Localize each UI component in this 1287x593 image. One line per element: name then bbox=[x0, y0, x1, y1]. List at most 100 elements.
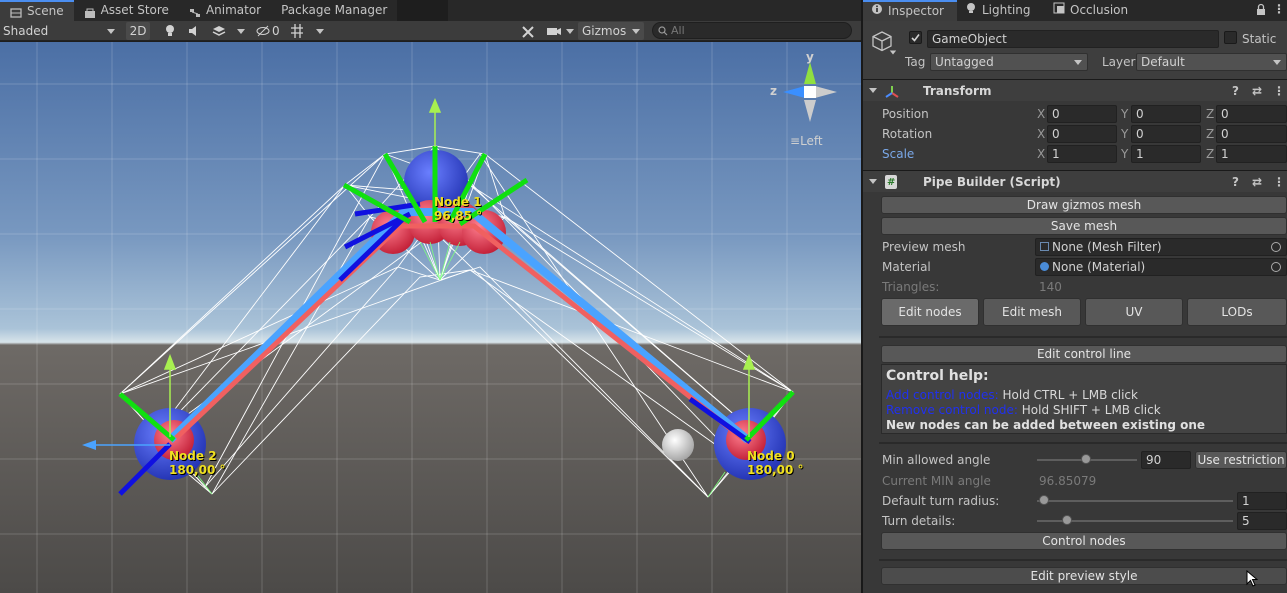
node-1-name: Node 1 bbox=[434, 195, 482, 209]
node-0-label[interactable]: Node 0 180,00 ° bbox=[747, 449, 803, 477]
edit-preview-style-button[interactable]: Edit preview style bbox=[881, 567, 1287, 585]
grid-dropdown[interactable] bbox=[289, 22, 325, 40]
position-label: Position bbox=[882, 107, 929, 121]
turn-radius-field[interactable]: 1 bbox=[1237, 492, 1287, 510]
kebab-menu-icon[interactable]: ⋮ bbox=[1273, 80, 1285, 102]
pipe-builder-header[interactable]: # Pipe Builder (Script) ? ⇄ ⋮ bbox=[863, 170, 1287, 192]
menu-icon: ≡ bbox=[790, 134, 801, 148]
scene-search-placeholder: All bbox=[671, 24, 685, 37]
active-checkbox[interactable] bbox=[909, 31, 922, 44]
turn-details-field[interactable]: 5 bbox=[1237, 512, 1287, 530]
axis-x-label: X bbox=[1037, 127, 1046, 141]
position-y-field[interactable]: 0 bbox=[1131, 105, 1201, 123]
position-x-field[interactable]: 0 bbox=[1047, 105, 1117, 123]
tab-inspector-label: Inspector bbox=[888, 4, 944, 18]
turn-radius-slider-thumb[interactable] bbox=[1039, 495, 1049, 505]
edit-control-line-button[interactable]: Edit control line bbox=[881, 345, 1287, 363]
min-angle-slider-thumb[interactable] bbox=[1081, 454, 1091, 464]
toggle-2d-button[interactable]: 2D bbox=[126, 22, 150, 40]
turn-radius-slider-track[interactable] bbox=[1037, 500, 1233, 502]
gizmos-dropdown[interactable]: Gizmos bbox=[578, 22, 644, 40]
lock-icon[interactable] bbox=[1256, 3, 1266, 19]
position-x-value: 0 bbox=[1052, 107, 1060, 121]
preview-mesh-row: Preview mesh None (Mesh Filter) bbox=[863, 237, 1287, 257]
draw-gizmos-mesh-button[interactable]: Draw gizmos mesh bbox=[881, 196, 1287, 214]
lighting-toggle-icon[interactable] bbox=[163, 22, 177, 40]
tab-animator-label: Animator bbox=[205, 3, 262, 17]
divider bbox=[879, 336, 1287, 338]
tab-occlusion[interactable]: Occlusion bbox=[1045, 0, 1136, 21]
tab-asset-store[interactable]: Asset Store bbox=[74, 0, 179, 21]
preset-icon[interactable]: ⇄ bbox=[1252, 80, 1262, 102]
hidden-objects-toggle[interactable]: 0 bbox=[256, 22, 284, 40]
tab-edit-mesh[interactable]: Edit mesh bbox=[983, 298, 1081, 326]
scale-z-field[interactable]: 1 bbox=[1216, 145, 1287, 163]
tools-icon[interactable] bbox=[520, 22, 536, 40]
preset-icon[interactable]: ⇄ bbox=[1252, 171, 1262, 193]
rotation-z-field[interactable]: 0 bbox=[1216, 125, 1287, 143]
edit-mesh-label: Edit mesh bbox=[1002, 305, 1062, 319]
chevron-down-icon bbox=[1074, 60, 1082, 65]
min-angle-field[interactable]: 90 bbox=[1141, 451, 1191, 469]
effects-dropdown[interactable] bbox=[211, 22, 245, 40]
tab-animator[interactable]: Animator bbox=[179, 0, 271, 21]
chevron-down-icon bbox=[107, 29, 115, 34]
scene-tab-bar: Scene Asset Store Animator Package Manag… bbox=[0, 0, 398, 21]
object-name-field[interactable]: GameObject bbox=[927, 30, 1219, 48]
layer-dropdown[interactable]: Default bbox=[1136, 53, 1287, 71]
rotation-y-field[interactable]: 0 bbox=[1131, 125, 1201, 143]
tag-dropdown[interactable]: Untagged bbox=[930, 53, 1088, 71]
node-1-label[interactable]: Node 1 96,85 ° bbox=[434, 195, 482, 223]
scene-search-input[interactable]: All bbox=[652, 22, 852, 39]
preview-mesh-value: None (Mesh Filter) bbox=[1052, 240, 1162, 254]
use-restriction-label: Use restriction bbox=[1197, 453, 1285, 467]
preview-mesh-field[interactable]: None (Mesh Filter) bbox=[1035, 238, 1287, 256]
tab-scene[interactable]: Scene bbox=[0, 0, 74, 21]
scale-y-field[interactable]: 1 bbox=[1131, 145, 1201, 163]
tab-uv[interactable]: UV bbox=[1085, 298, 1183, 326]
hidden-count: 0 bbox=[272, 24, 280, 38]
kebab-menu-icon[interactable]: ⋮ bbox=[1273, 2, 1285, 16]
object-picker-icon[interactable] bbox=[1271, 242, 1281, 252]
help-icon[interactable]: ? bbox=[1232, 171, 1239, 193]
static-checkbox[interactable] bbox=[1224, 31, 1237, 44]
material-field[interactable]: None (Material) bbox=[1035, 258, 1287, 276]
triangles-row: Triangles: 140 bbox=[863, 277, 1287, 297]
camera-dropdown[interactable] bbox=[546, 22, 576, 40]
transform-header[interactable]: Transform ? ⇄ ⋮ bbox=[863, 79, 1287, 101]
chevron-down-icon bbox=[869, 88, 877, 93]
tab-lighting-label: Lighting bbox=[982, 3, 1031, 17]
tab-package-manager[interactable]: Package Manager bbox=[271, 0, 397, 21]
turn-radius-label: Default turn radius: bbox=[882, 494, 1000, 508]
node-2-label[interactable]: Node 2 180,00 ° bbox=[169, 449, 225, 477]
scale-x-field[interactable]: 1 bbox=[1047, 145, 1117, 163]
position-z-field[interactable]: 0 bbox=[1216, 105, 1287, 123]
help-add-value: Hold CTRL + LMB click bbox=[1002, 388, 1138, 402]
tab-lighting[interactable]: Lighting bbox=[957, 0, 1039, 21]
object-picker-icon[interactable] bbox=[1271, 262, 1281, 272]
axis-x-label: X bbox=[1037, 107, 1046, 121]
chevron-down-icon[interactable] bbox=[889, 50, 897, 55]
draw-gizmos-mesh-label: Draw gizmos mesh bbox=[1026, 198, 1142, 212]
tab-inspector[interactable]: Inspector bbox=[863, 0, 957, 21]
view-mode-label[interactable]: ≡Left bbox=[790, 134, 823, 148]
edit-preview-style-label: Edit preview style bbox=[1030, 569, 1138, 583]
control-nodes-button[interactable]: Control nodes bbox=[881, 532, 1287, 550]
control-help-title: Control help: bbox=[886, 368, 989, 384]
turn-radius-row: Default turn radius: 1 bbox=[863, 491, 1287, 511]
help-icon[interactable]: ? bbox=[1232, 80, 1239, 102]
tab-edit-nodes[interactable]: Edit nodes bbox=[881, 298, 979, 326]
control-handle-sphere[interactable] bbox=[662, 429, 694, 461]
rotation-x-field[interactable]: 0 bbox=[1047, 125, 1117, 143]
kebab-menu-icon[interactable]: ⋮ bbox=[1273, 171, 1285, 193]
chevron-down-icon bbox=[237, 29, 245, 34]
scene-viewport[interactable]: y z ≡Left Node 1 96,85 ° Node 2 180,00 °… bbox=[0, 42, 861, 593]
node-2-angle: 180,00 ° bbox=[169, 463, 226, 477]
draw-mode-dropdown[interactable]: Shaded bbox=[3, 22, 119, 40]
use-restriction-button[interactable]: Use restriction bbox=[1195, 451, 1287, 469]
tab-lods[interactable]: LODs bbox=[1187, 298, 1287, 326]
scene-toolbar: Shaded 2D 0 Gizmos All bbox=[0, 21, 861, 41]
save-mesh-button[interactable]: Save mesh bbox=[881, 217, 1287, 235]
turn-details-slider-thumb[interactable] bbox=[1062, 515, 1072, 525]
audio-toggle-icon[interactable] bbox=[187, 22, 201, 40]
